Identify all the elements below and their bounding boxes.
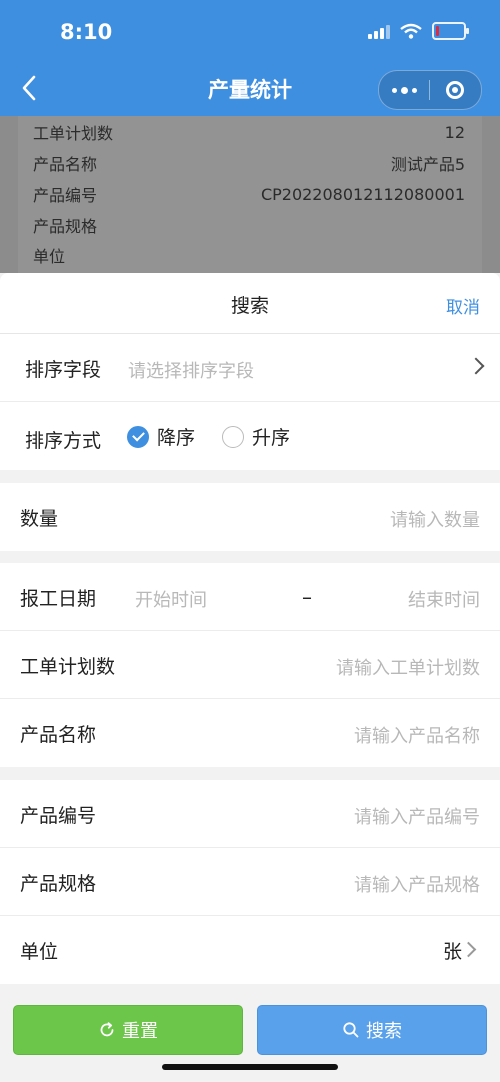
quantity-row: 数量 请输入数量 [0,483,500,551]
check-icon [127,425,149,448]
search-button[interactable]: 搜索 [257,1005,487,1055]
status-icons [368,22,469,40]
radio-desc[interactable]: 降序 [127,423,195,450]
sort-field-label: 排序字段 [25,359,102,381]
bg-row-product-code: 产品编号 CP202208012112080001 [33,184,465,206]
unit-row[interactable]: 单位 张 [0,916,500,984]
radio-asc[interactable]: 升序 [222,423,290,450]
sort-group: 排序字段 请选择排序字段 排序方式 降序 升序 [0,334,500,470]
bg-row-product-spec: 产品规格 [33,217,98,236]
sort-field-row[interactable]: 排序字段 请选择排序字段 [0,334,500,402]
signal-icon [368,23,390,39]
product-spec-input[interactable]: 请输入产品规格 [354,871,480,897]
product-name-row: 产品名称 请输入产品名称 [0,699,500,767]
product-code-row: 产品编号 请输入产品编号 [0,780,500,848]
plan-count-input[interactable]: 请输入工单计划数 [336,654,480,680]
unit-value: 张 [442,941,462,963]
wifi-icon [400,23,422,39]
product-spec-label: 产品规格 [20,873,97,895]
start-date-input[interactable]: 开始时间 [135,586,207,612]
product-name-label: 产品名称 [20,724,97,746]
sort-order-row: 排序方式 降序 升序 [0,402,500,470]
bg-row-product-name: 产品名称 测试产品5 [33,155,465,174]
plan-count-row: 工单计划数 请输入工单计划数 [0,631,500,699]
chevron-right-icon [460,941,477,958]
product-name-input[interactable]: 请输入产品名称 [354,722,480,748]
sheet-title-bar: 搜索 取消 [0,273,500,334]
info-group-2: 产品编号 请输入产品编号 产品规格 请输入产品规格 单位 张 [0,780,500,984]
reset-button[interactable]: 重置 [13,1005,243,1055]
chevron-right-icon [467,357,485,375]
sort-field-picker[interactable]: 请选择排序字段 [128,357,254,383]
quantity-group: 数量 请输入数量 [0,483,500,551]
search-icon [343,1022,359,1038]
report-date-label: 报工日期 [20,588,97,610]
plan-count-label: 工单计划数 [20,656,116,678]
search-sheet: 搜索 取消 排序字段 请选择排序字段 排序方式 降序 升序 数量 请输入数量 报… [0,273,500,1082]
sheet-title: 搜索 [230,295,269,317]
home-indicator [162,1064,338,1070]
date-separator: – [302,585,312,609]
radio-circle-icon [222,425,244,448]
report-date-row: 报工日期 开始时间 – 结束时间 [0,563,500,631]
battery-icon [432,22,469,40]
close-target-icon[interactable] [430,81,480,99]
product-code-input[interactable]: 请输入产品编号 [354,803,480,829]
product-spec-row: 产品规格 请输入产品规格 [0,848,500,916]
unit-label: 单位 [20,941,59,963]
product-code-label: 产品编号 [20,805,97,827]
refresh-icon [100,1022,114,1037]
more-icon[interactable] [379,86,429,94]
cancel-button[interactable]: 取消 [446,293,480,318]
quantity-label: 数量 [20,508,59,530]
info-group-1: 报工日期 开始时间 – 结束时间 工单计划数 请输入工单计划数 产品名称 请输入… [0,563,500,767]
sort-order-label: 排序方式 [25,430,102,452]
nav-header: 8:10 产量统计 [0,0,500,116]
quantity-input[interactable]: 请输入数量 [390,506,480,532]
bg-row-plan-count: 工单计划数 12 [33,122,465,144]
bg-row-unit: 单位 [33,247,66,266]
mini-program-capsule [378,70,482,110]
end-date-input[interactable]: 结束时间 [408,586,480,612]
status-time: 8:10 [60,20,113,44]
